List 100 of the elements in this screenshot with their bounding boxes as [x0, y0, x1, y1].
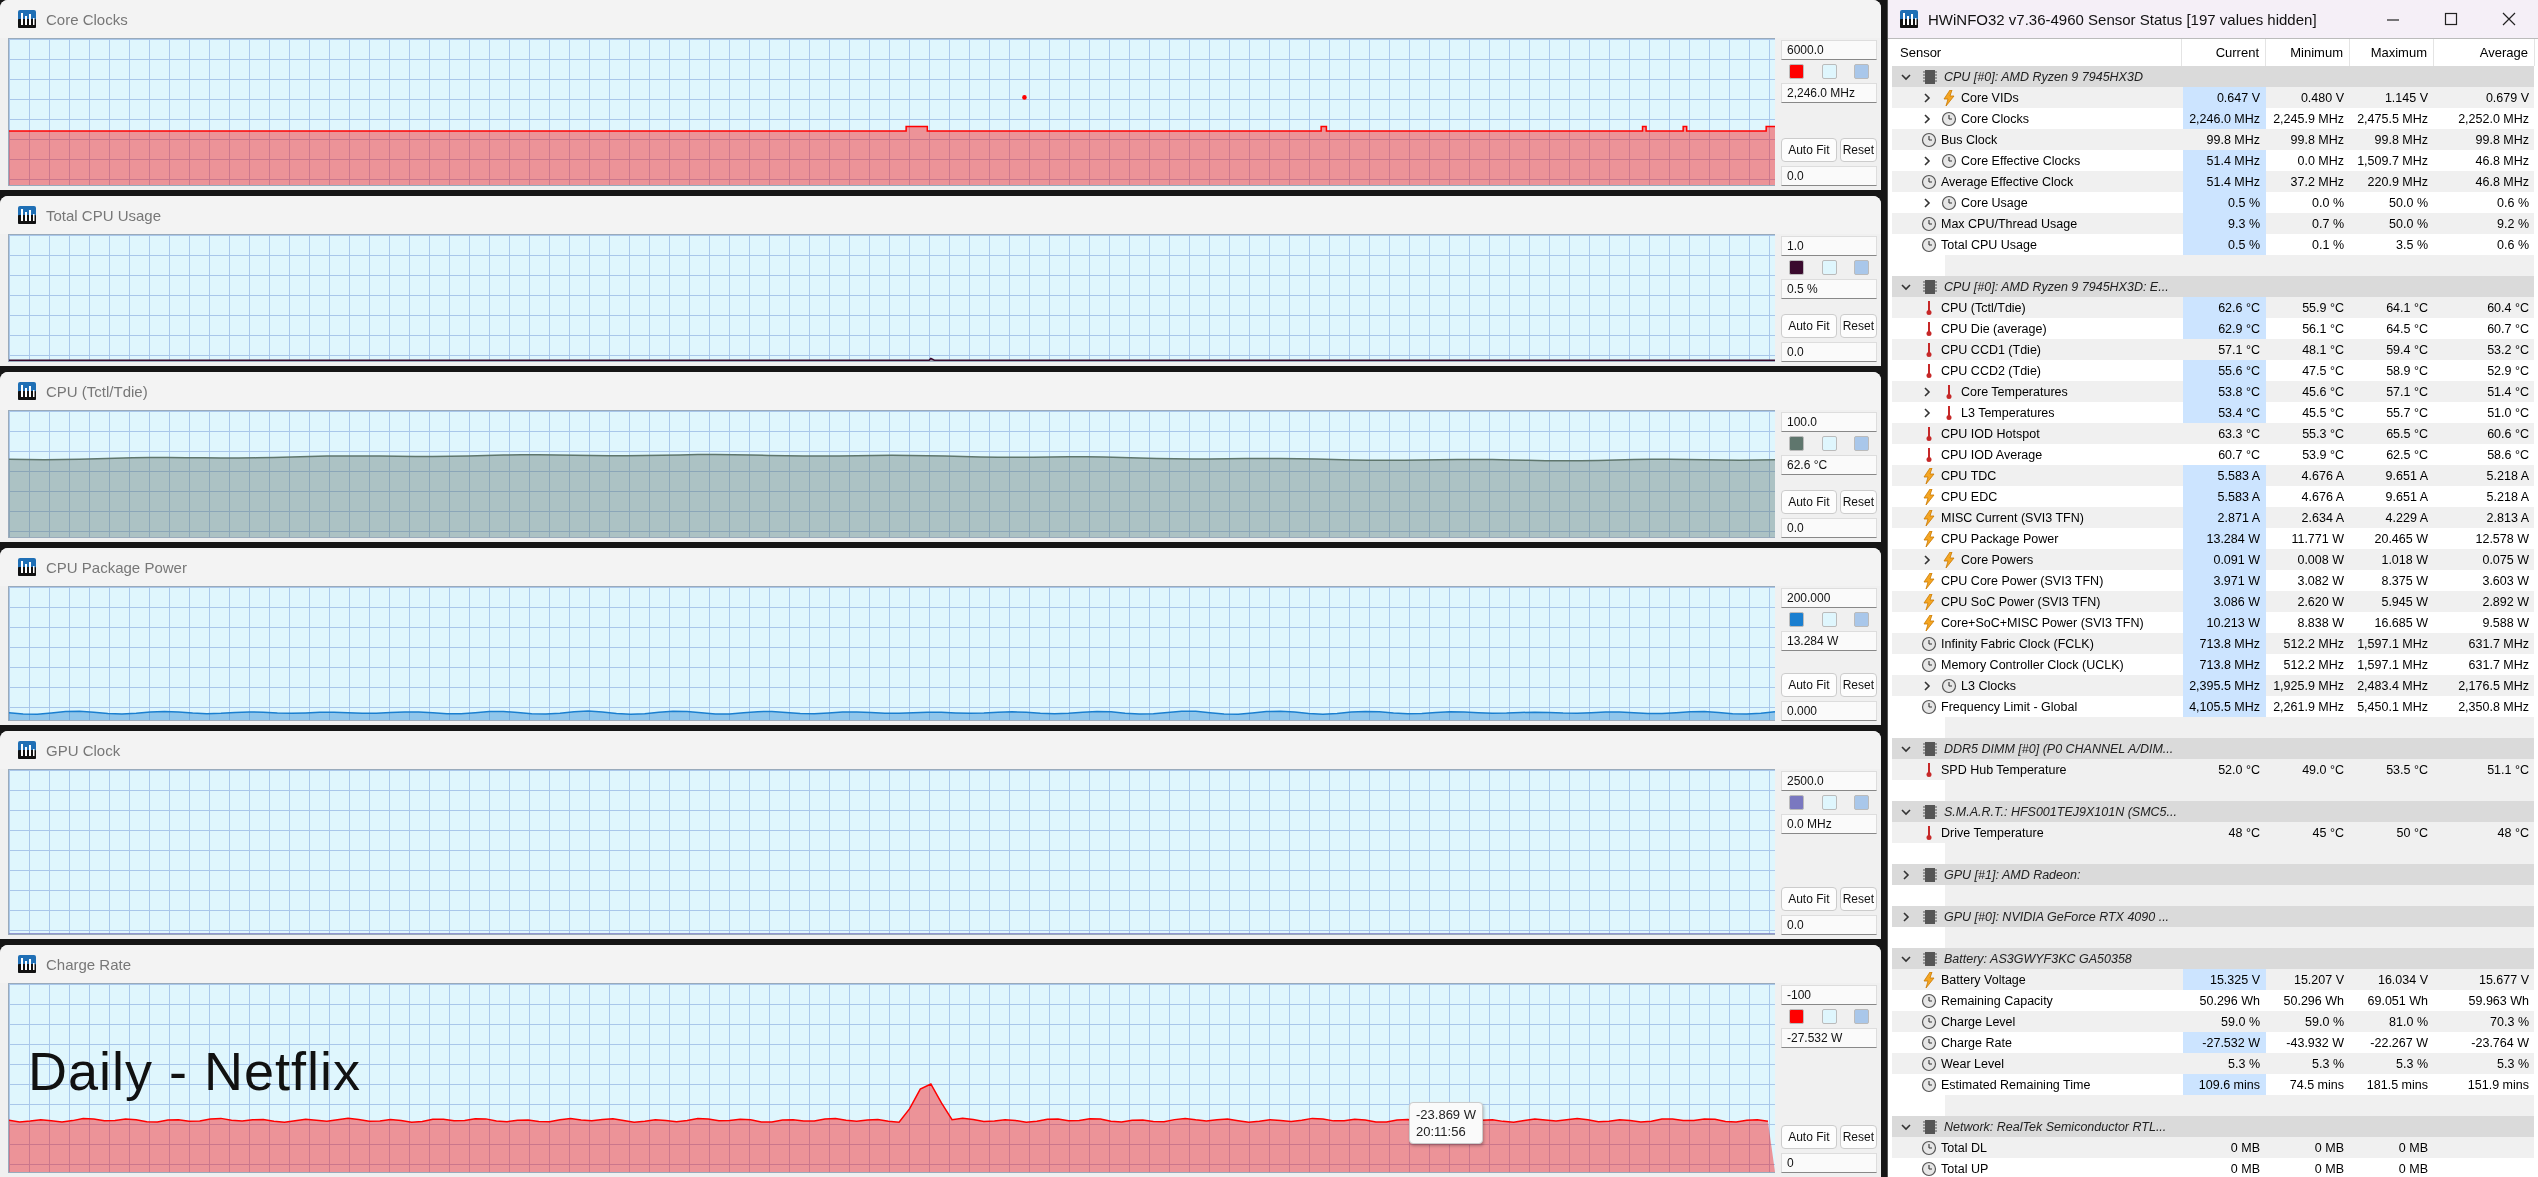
scale-min-field[interactable]: 0.0 [1781, 166, 1877, 186]
table-cell-text: 20.465 W [2373, 530, 2429, 548]
auto-fit-button[interactable]: Auto Fit [1781, 1125, 1837, 1149]
sensor-name: Core VIDs [1961, 90, 2019, 105]
reset-button[interactable]: Reset [1839, 1125, 1877, 1149]
group-row[interactable]: Network: RealTek Semiconductor RTL... [1892, 1116, 2534, 1137]
sensor-name: Total UP [1941, 1161, 1989, 1176]
table-row[interactable]: Core VIDs 0.647 V 0.480 V 1.145 V 0.679 V [1892, 87, 2534, 108]
window-title: Core Clocks [46, 10, 128, 28]
chevron-icon[interactable] [1921, 91, 1933, 104]
color-swatch[interactable] [1854, 64, 1869, 79]
table-row[interactable]: CPU (Tctl/Tdie) 62.6 °C 55.9 °C 64.1 °C 60.4 °C [1892, 297, 2534, 318]
auto-fit-button[interactable]: Auto Fit [1781, 673, 1837, 697]
scale-max-field[interactable]: 6000.0 [1781, 40, 1877, 60]
reset-button[interactable]: Reset [1839, 138, 1877, 162]
reset-button[interactable]: Reset [1839, 673, 1877, 697]
table-row[interactable]: CPU CCD1 (Tdie) 57.1 °C 48.1 °C 59.4 °C 53.2 °C [1892, 339, 2534, 360]
chevron-icon[interactable] [1921, 406, 1933, 419]
chevron-icon[interactable] [1921, 385, 1933, 398]
color-swatch[interactable] [1789, 260, 1804, 275]
auto-fit-button[interactable]: Auto Fit [1781, 887, 1837, 911]
table-row[interactable]: L3 Clocks 2,395.5 MHz 1,925.9 MHz 2,483.4 MHz 2,176.5 MHz [1892, 675, 2534, 696]
scale-min-field[interactable]: 0.0 [1781, 518, 1877, 538]
color-swatch[interactable] [1821, 795, 1837, 810]
table-row[interactable]: Charge Level 59.0 % 59.0 % 81.0 % 70.3 % [1892, 1011, 2534, 1032]
table-row[interactable]: Max CPU/Thread Usage 9.3 % 0.7 % 50.0 % 9.2 % [1892, 213, 2534, 234]
color-swatch[interactable] [1821, 1009, 1837, 1024]
color-swatch[interactable] [1854, 260, 1869, 275]
clock-icon [1921, 656, 1937, 673]
sensor-name: Core+SoC+MISC Power (SVI3 TFN) [1941, 615, 2144, 630]
color-swatch[interactable] [1821, 436, 1837, 451]
maximize-icon[interactable] [2443, 11, 2459, 27]
chevron-icon[interactable] [1921, 154, 1933, 167]
table-row[interactable]: Average Effective Clock 51.4 MHz 37.2 MHz 220.9 MHz 46.8 MHz [1892, 171, 2534, 192]
table-cell-text: 8.375 W [2380, 572, 2429, 590]
color-swatch[interactable] [1789, 1009, 1804, 1024]
table-row[interactable]: Bus Clock 99.8 MHz 99.8 MHz 99.8 MHz 99.8 MHz [1892, 129, 2534, 150]
scale-min-field[interactable]: 0.0 [1781, 915, 1877, 935]
sensor-name: Wear Level [1941, 1056, 2004, 1071]
table-row[interactable]: CPU IOD Hotspot 63.3 °C 55.3 °C 65.5 °C 60.6 °C [1892, 423, 2534, 444]
table-cell-text: 65.5 °C [2385, 425, 2429, 443]
reset-button[interactable]: Reset [1839, 490, 1877, 514]
chevron-icon[interactable] [1921, 112, 1933, 125]
chevron-icon[interactable] [1900, 910, 1912, 923]
chevron-icon[interactable] [1921, 196, 1933, 209]
auto-fit-button[interactable]: Auto Fit [1781, 490, 1837, 514]
table-cell: 0.5 % [2183, 234, 2266, 255]
table-cell-text: 0.480 V [2299, 89, 2345, 107]
table-row[interactable]: Total DL 0 MB 0 MB 0 MB [1892, 1137, 2534, 1158]
table-row[interactable]: Infinity Fabric Clock (FCLK) 713.8 MHz 512.2 MHz 1,597.1 MHz 631.7 MHz [1892, 633, 2534, 654]
clock-icon [1921, 1076, 1937, 1093]
group-row[interactable]: CPU [#0]: AMD Ryzen 9 7945HX3D [1892, 66, 2534, 87]
group-row[interactable]: CPU [#0]: AMD Ryzen 9 7945HX3D: E... [1892, 276, 2534, 297]
table-row[interactable]: Wear Level 5.3 % 5.3 % 5.3 % 5.3 % [1892, 1053, 2534, 1074]
table-row[interactable]: SPD Hub Temperature 52.0 °C 49.0 °C 53.5 °C 51.1 °C [1892, 759, 2534, 780]
table-row[interactable]: Drive Temperature 48 °C 45 °C 50 °C 48 °C [1892, 822, 2534, 843]
table-row[interactable]: Core Powers 0.091 W 0.008 W 1.018 W 0.075 W [1892, 549, 2534, 570]
scale-max-field[interactable]: 200.000 [1781, 588, 1877, 608]
color-swatch[interactable] [1821, 64, 1837, 79]
group-row[interactable]: GPU [#0]: NVIDIA GeForce RTX 4090 ... [1892, 906, 2534, 927]
group-row[interactable]: DDR5 DIMM [#0] (P0 CHANNEL A/DIM... [1892, 738, 2534, 759]
group-row[interactable]: S.M.A.R.T.: HFS001TEJ9X101N (SMC5... [1892, 801, 2534, 822]
color-swatch[interactable] [1854, 436, 1869, 451]
chevron-icon[interactable] [1921, 553, 1933, 566]
table-row[interactable]: CPU SoC Power (SVI3 TFN) 3.086 W 2.620 W 5.945 W 2.892 W [1892, 591, 2534, 612]
color-swatch[interactable] [1821, 260, 1837, 275]
color-swatch[interactable] [1821, 612, 1837, 627]
table-cell-text: 50.296 Wh [2198, 992, 2261, 1010]
group-row[interactable]: GPU [#1]: AMD Radeon: [1892, 864, 2534, 885]
scale-max-field[interactable]: -100 [1781, 985, 1877, 1005]
table-cell-text: 59.963 Wh [2467, 992, 2530, 1010]
color-swatch[interactable] [1789, 795, 1804, 810]
color-swatch[interactable] [1854, 612, 1869, 627]
scale-max-field[interactable]: 2500.0 [1781, 771, 1877, 791]
table-row[interactable]: Core Temperatures 53.8 °C 45.6 °C 57.1 °C 51.4 °C [1892, 381, 2534, 402]
scale-min-field[interactable]: 0.000 [1781, 701, 1877, 721]
color-swatch[interactable] [1789, 436, 1804, 451]
scale-min-field[interactable]: 0 [1781, 1153, 1877, 1173]
table-cell-text: 4.229 A [2384, 509, 2429, 527]
chevron-icon[interactable] [1921, 679, 1933, 692]
table-row[interactable]: CPU TDC 5.583 A 4.676 A 9.651 A 5.218 A [1892, 465, 2534, 486]
scale-max-field[interactable]: 100.0 [1781, 412, 1877, 432]
group-row[interactable]: Battery: AS3GWYF3KC GA50358 [1892, 948, 2534, 969]
table-row[interactable]: Battery Voltage 15.325 V 15.207 V 16.034 V 15.677 V [1892, 969, 2534, 990]
close-icon[interactable] [2501, 11, 2517, 27]
color-swatch[interactable] [1789, 64, 1804, 79]
reset-button[interactable]: Reset [1839, 887, 1877, 911]
color-swatch[interactable] [1854, 1009, 1869, 1024]
chevron-icon[interactable] [1900, 868, 1912, 881]
auto-fit-button[interactable]: Auto Fit [1781, 138, 1837, 162]
table-cell-text: 15.207 V [2292, 971, 2345, 989]
table-row[interactable]: MISC Current (SVI3 TFN) 2.871 A 2.634 A 4.229 A 2.813 A [1892, 507, 2534, 528]
auto-fit-button[interactable]: Auto Fit [1781, 314, 1837, 338]
scale-min-field[interactable]: 0.0 [1781, 342, 1877, 362]
color-swatch[interactable] [1854, 795, 1869, 810]
table-cell-text: 58.9 °C [2385, 362, 2429, 380]
scale-max-field[interactable]: 1.0 [1781, 236, 1877, 256]
reset-button[interactable]: Reset [1839, 314, 1877, 338]
group-name: Battery: AS3GWYF3KC GA50358 [1944, 951, 2132, 966]
color-swatch[interactable] [1789, 612, 1804, 627]
